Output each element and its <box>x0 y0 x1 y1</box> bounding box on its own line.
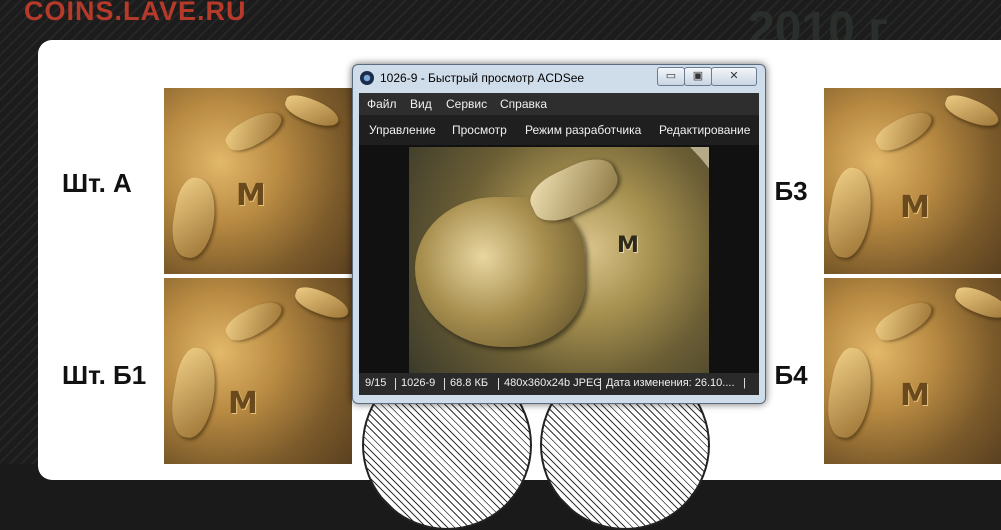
status-bar: 9/15 1026-9 68.8 КБ 480x360x24b JPEG Дат… <box>359 373 759 395</box>
mint-mark: М <box>228 386 258 421</box>
label-die-b4: . Б4 <box>760 360 808 390</box>
label-die-b1: Шт. Б1 <box>62 360 147 390</box>
leaf-shape <box>951 283 1001 323</box>
status-trailer: | <box>743 377 746 389</box>
status-separator <box>444 378 445 390</box>
tab-view[interactable]: Просмотр <box>452 123 507 137</box>
menu-service[interactable]: Сервис <box>446 97 487 111</box>
coin-photo-a: М <box>164 88 352 274</box>
leaf-shape <box>941 91 1001 131</box>
site-logo[interactable]: COINS.LAVE.RU <box>24 0 247 27</box>
menu-view[interactable]: Вид <box>410 97 432 111</box>
close-button[interactable]: ✕ <box>711 67 757 86</box>
status-filename: 1026-9 <box>401 377 436 389</box>
mint-mark: М <box>236 178 266 213</box>
coin-photo-b1: М <box>164 278 352 464</box>
menu-file[interactable]: Файл <box>367 97 397 111</box>
mint-mark: М <box>900 378 930 413</box>
leaf-shape <box>871 104 937 158</box>
leaf-shape <box>824 165 878 261</box>
status-separator <box>498 378 499 390</box>
status-modified: Дата изменения: 26.10.... <box>606 377 735 389</box>
mint-mark: М <box>900 190 930 225</box>
leaf-shape <box>281 91 343 131</box>
acdsee-app-icon <box>360 71 374 85</box>
leaf-shape <box>221 104 287 158</box>
tab-edit[interactable]: Редактирование <box>659 123 750 137</box>
minimize-button[interactable]: ▭ <box>657 67 685 86</box>
image-viewer[interactable]: М <box>359 145 759 373</box>
leaf-shape <box>166 345 222 441</box>
label-die-b3: . Б3 <box>760 176 808 206</box>
status-separator <box>395 378 396 390</box>
window-titlebar[interactable]: 1026-9 - Быстрый просмотр ACDSee ▭ ▣ ✕ <box>353 65 765 91</box>
tab-developer-mode[interactable]: Режим разработчика <box>525 123 641 137</box>
mint-mark: М <box>617 233 639 258</box>
mode-toolbar: Управление Просмотр Режим разработчика Р… <box>359 115 759 145</box>
status-separator <box>600 378 601 390</box>
acdsee-quickview-window: 1026-9 - Быстрый просмотр ACDSee ▭ ▣ ✕ Ф… <box>352 64 766 404</box>
leaf-shape <box>871 294 937 348</box>
coin-photo-b3: М <box>824 88 1001 274</box>
menu-bar: Файл Вид Сервис Справка <box>359 93 759 115</box>
leaf-shape <box>824 345 878 441</box>
menu-help[interactable]: Справка <box>500 97 547 111</box>
coin-photo-b4: М <box>824 278 1001 464</box>
maximize-button[interactable]: ▣ <box>684 67 712 86</box>
window-title: 1026-9 - Быстрый просмотр ACDSee <box>380 71 585 85</box>
leaf-shape <box>167 175 221 261</box>
status-position: 9/15 <box>365 377 387 389</box>
status-filesize: 68.8 КБ <box>450 377 489 389</box>
tab-manage[interactable]: Управление <box>369 123 436 137</box>
status-format: 480x360x24b JPEG <box>504 377 602 389</box>
leaf-shape <box>221 294 287 348</box>
leaf-shape <box>291 283 352 323</box>
label-die-a: Шт. А <box>62 168 132 198</box>
coin-closeup-photo: М <box>409 147 709 373</box>
